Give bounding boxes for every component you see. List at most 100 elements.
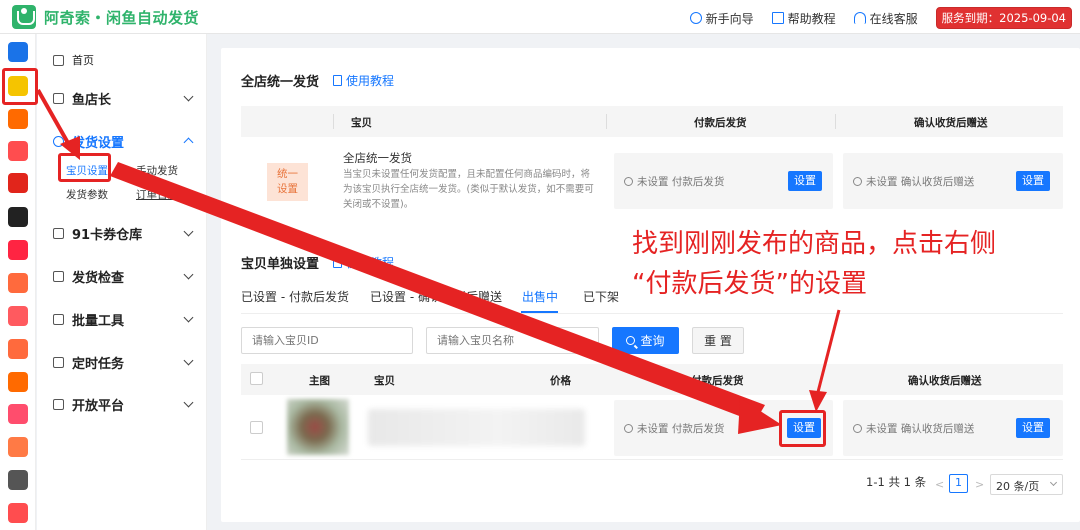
product-image [287,399,349,455]
baby-name-input[interactable] [426,327,599,354]
global-help-link[interactable]: 使用教程 [333,72,394,89]
page-size-value: 20 条/页 [996,480,1040,493]
highlight-row-set-button [779,410,826,447]
col-baby: 宝贝 [374,375,395,387]
sidebar-sub-order-log[interactable]: 订单日志 [136,187,178,202]
sidebar-item-ship-settings[interactable]: 发货设置 [53,130,194,152]
select-all-checkbox[interactable] [250,372,263,385]
global-confirm-cell: 未设置 确认收货后赠送 设置 [843,153,1063,209]
sidebar-item-label: 鱼店长 [72,92,112,108]
unify-setting-badge: 统一 设置 [267,163,308,201]
item-section-title: 宝贝单独设置 [241,257,320,272]
sidebar: 首页 鱼店长 发货设置 宝贝设置 手动发货 发货参数 订单日志 91卡券仓库 发… [37,34,207,530]
sidebar-item-card-warehouse[interactable]: 91卡券仓库 [53,222,194,244]
unify-item-title: 全店统一发货 [343,151,412,165]
top-link-guide[interactable]: 新手向导 [689,10,754,27]
sidebar-item-open-platform[interactable]: 开放平台 [53,393,194,415]
next-page-button[interactable]: > [975,478,984,491]
annotation-line-2: “付款后发货”的设置 [632,269,867,299]
product-info-blurred [368,409,585,446]
chevron-down-icon [183,312,194,322]
top-links: 新手向导 帮助教程 在线客服 服务到期：2025-09-04 [689,7,1072,29]
warehouse-icon [53,227,64,239]
cashier-app-icon[interactable] [8,470,28,490]
prev-page-button[interactable]: < [935,478,944,491]
tabs-divider [241,313,1063,314]
radio-icon [624,424,633,433]
taobao-app-icon[interactable] [8,109,28,129]
row-confirm-status: 未设置 确认收货后赠送 [853,421,974,436]
lock-icon [53,92,64,104]
jd-app-icon[interactable] [8,173,28,193]
tab-set-pay[interactable]: 已设置 - 付款后发货 [241,288,349,305]
tab-on-sale[interactable]: 出售中 [522,288,558,305]
tutorial-annotation: 找到刚刚发布的商品，点击右侧 “付款后发货”的设置 [632,224,996,304]
sidebar-item-scheduled-tasks[interactable]: 定时任务 [53,351,194,373]
row-confirm-set-button[interactable]: 设置 [1016,418,1050,438]
tmall-app-icon[interactable] [8,141,28,161]
sidebar-home-label: 首页 [72,54,94,67]
top-link-tutorial[interactable]: 帮助教程 [771,10,836,27]
sidebar-item-home[interactable]: 首页 [53,49,192,71]
apps-grid-icon[interactable] [8,42,28,62]
sidebar-item-label: 91卡券仓库 [72,227,143,243]
chevron-down-icon [183,226,194,236]
top-link-guide-label: 新手向导 [705,11,754,26]
global-confirm-set-button[interactable]: 设置 [1016,171,1050,191]
douyin-app-icon[interactable] [8,207,28,227]
store-app-icon[interactable] [8,339,28,359]
brand[interactable]: 阿奇索・闲鱼自动发货 [12,5,199,29]
sidebar-item-label: 开放平台 [72,398,125,414]
link-app-icon[interactable] [8,404,28,424]
query-label: 查询 [640,334,665,348]
thumb-app-icon[interactable] [8,306,28,326]
chevron-down-icon [183,269,194,279]
sidebar-sub-ship-params[interactable]: 发货参数 [66,187,108,202]
row-divider [241,459,1063,460]
col-confirm-gift: 确认收货后赠送 [908,375,982,387]
top-header: 阿奇索・闲鱼自动发货 新手向导 帮助教程 在线客服 服务到期：2025-09-0… [0,0,1080,34]
col-baby: 宝贝 [351,117,372,129]
query-button[interactable]: 查询 [612,327,679,354]
sidebar-item-ship-check[interactable]: 发货检查 [53,265,194,287]
row-checkbox[interactable] [250,421,263,434]
gift-app-icon[interactable] [8,503,28,523]
sidebar-item-label: 发货设置 [72,135,125,151]
chevron-down-icon [183,91,194,101]
unify-item-desc: 当宝贝未设置任何发货配置，且未配置任何商品编码时，将为该宝贝执行全店统一发货。(… [343,169,594,210]
col-pay-ship: 付款后发货 [691,375,744,387]
clock-icon [53,356,64,368]
global-section-title: 全店统一发货 [241,75,320,90]
baby-id-input[interactable] [241,327,413,354]
sidebar-item-batch-tools[interactable]: 批量工具 [53,308,194,330]
radio-icon [853,424,862,433]
sidebar-item-label: 定时任务 [72,356,125,372]
document-icon [771,12,784,24]
reset-button[interactable]: 重 置 [692,327,744,354]
top-link-support[interactable]: 在线客服 [853,10,918,27]
global-table-header: 宝贝 付款后发货 确认收货后赠送 [241,106,1063,137]
settings-icon [53,135,64,147]
highlight-xianyu-icon [2,68,38,105]
chevron-up-icon [183,137,194,148]
chevron-down-icon [183,397,194,407]
kuaishou-app-icon[interactable] [8,273,28,293]
page-size-select[interactable]: 20 条/页 [990,474,1063,495]
global-pay-status: 未设置 付款后发货 [624,174,724,189]
item-help-link[interactable]: 使用教程 [333,254,394,271]
chevron-down-icon [1049,478,1058,487]
sidebar-sub-manual-ship[interactable]: 手动发货 [136,163,178,178]
sidebar-item-label: 批量工具 [72,313,125,329]
tab-set-confirm[interactable]: 已设置 - 确认收货后赠送 [370,288,502,305]
row-confirm-cell: 未设置 确认收货后赠送 设置 [843,400,1063,456]
page-1-button[interactable]: 1 [949,474,968,493]
xiaohongshu-app-icon[interactable] [8,240,28,260]
global-pay-set-button[interactable]: 设置 [788,171,822,191]
home-icon [53,54,64,66]
sidebar-item-shop-manager[interactable]: 鱼店长 [53,87,194,109]
radio-icon [624,177,633,186]
tab-off-shelf[interactable]: 已下架 [583,288,619,305]
help-circle-icon [689,12,702,24]
face-app-icon[interactable] [8,437,28,457]
shop-app-icon[interactable] [8,372,28,392]
